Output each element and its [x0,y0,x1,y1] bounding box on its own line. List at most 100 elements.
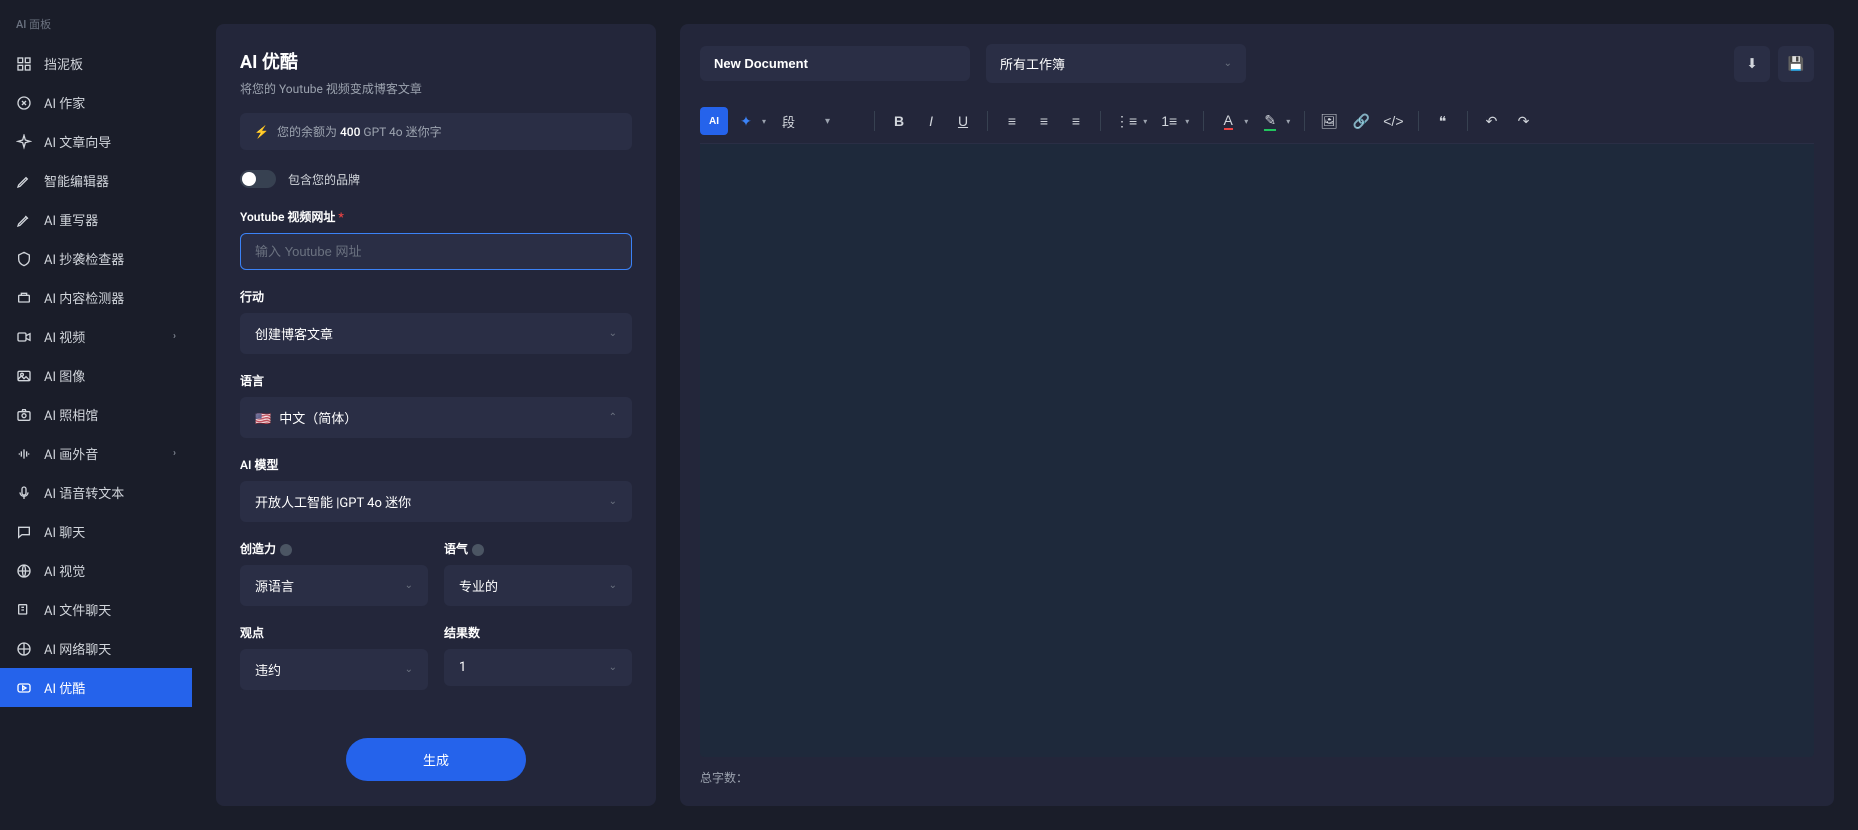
sidebar-label: AI 作家 [44,93,85,112]
youtube-url-input[interactable] [240,233,632,270]
align-left-button[interactable]: ≡ [998,107,1026,135]
sidebar-item-chat[interactable]: AI 聊天 [0,512,192,551]
mic-icon [16,485,32,501]
bold-button[interactable]: B [885,107,913,135]
chevron-down-icon[interactable]: ▾ [1244,117,1248,126]
model-select[interactable]: 开放人工智能 |GPT 4o 迷你 ⌄ [240,481,632,522]
underline-icon: U [958,113,968,129]
sidebar-label: AI 照相馆 [44,405,98,424]
info-icon [472,544,484,556]
align-center-button[interactable]: ≡ [1030,107,1058,135]
chevron-down-icon[interactable]: ▾ [1286,117,1290,126]
save-button[interactable]: 💾 [1778,46,1814,82]
sparkle-icon [16,134,32,150]
chevron-down-icon: ⌄ [1224,58,1232,69]
sidebar: AI 面板 挡泥板 AI 作家 AI 文章向导 智能编辑器 AI 重写器 AI … [0,0,192,830]
sidebar-item-dashboard[interactable]: 挡泥板 [0,44,192,83]
flag-icon: 🇺🇸 [255,412,271,427]
list-ul-icon: ⋮≡ [1115,113,1137,130]
chevron-down-icon: ⌃ [609,412,617,423]
align-right-icon: ≡ [1072,113,1080,129]
sidebar-section-header: AI 面板 [0,12,192,44]
number-list-button[interactable]: 1≡ [1155,107,1183,135]
sidebar-label: AI 网络聊天 [44,639,111,658]
results-select[interactable]: 1 ⌄ [444,649,632,686]
sidebar-item-image[interactable]: AI 图像 [0,356,192,395]
link-button[interactable]: 🔗 [1347,107,1375,135]
sidebar-item-vision[interactable]: AI 视觉 [0,551,192,590]
chevron-down-icon: ⌄ [405,580,413,591]
sidebar-label: AI 视觉 [44,561,85,580]
sidebar-item-editor[interactable]: 智能编辑器 [0,161,192,200]
sidebar-label: AI 重写器 [44,210,98,229]
document-title-input[interactable] [700,46,970,81]
sidebar-item-detector[interactable]: AI 内容检测器 [0,278,192,317]
image-button[interactable]: 🖼 [1315,107,1343,135]
highlight-button[interactable]: ✎ [1256,107,1284,135]
sidebar-item-rewriter[interactable]: AI 重写器 [0,200,192,239]
tone-label: 语气 [444,540,632,557]
code-button[interactable]: </> [1379,107,1407,135]
chevron-down-icon[interactable]: ▾ [1143,117,1147,126]
creativity-select[interactable]: 源语言 ⌄ [240,565,428,606]
italic-icon: I [929,113,933,129]
sidebar-label: AI 优酷 [44,678,85,697]
chevron-down-icon: ⌄ [609,580,617,591]
language-label: 语言 [240,372,632,389]
bullet-list-button[interactable]: ⋮≡ [1111,107,1141,135]
video-icon [16,329,32,345]
generate-button[interactable]: 生成 [346,738,526,781]
sidebar-item-voiceover[interactable]: AI 画外音 › [0,434,192,473]
model-label: AI 模型 [240,456,632,473]
text-color-button[interactable]: A [1214,107,1242,135]
chevron-down-icon: ▾ [825,116,830,127]
form-panel: AI 优酷 将您的 Youtube 视频变成博客文章 ⚡ 您的余额为 400 G… [216,24,656,806]
underline-button[interactable]: U [949,107,977,135]
chevron-down-icon[interactable]: ▾ [762,117,766,126]
wand-icon: ✦ [740,113,752,130]
language-select[interactable]: 🇺🇸中文（简体） ⌃ [240,397,632,438]
download-button[interactable]: ⬇ [1734,46,1770,82]
dashboard-icon [16,56,32,72]
brand-toggle[interactable] [240,170,276,188]
page-subtitle: 将您的 Youtube 视频变成博客文章 [240,80,632,97]
sidebar-item-writer[interactable]: AI 作家 [0,83,192,122]
sidebar-item-filechat[interactable]: AI 文件聊天 [0,590,192,629]
redo-button[interactable]: ↷ [1510,107,1538,135]
sidebar-item-webchat[interactable]: AI 网络聊天 [0,629,192,668]
info-icon [280,544,292,556]
ai-icon [16,95,32,111]
image-icon [16,368,32,384]
sidebar-item-youtube[interactable]: AI 优酷 [0,668,192,707]
quote-button[interactable]: ❝ [1429,107,1457,135]
undo-button[interactable]: ↶ [1478,107,1506,135]
action-label: 行动 [240,288,632,305]
page-title: AI 优酷 [240,48,632,74]
bold-icon: B [894,113,904,129]
file-chat-icon [16,602,32,618]
italic-button[interactable]: I [917,107,945,135]
sidebar-item-wizard[interactable]: AI 文章向导 [0,122,192,161]
tone-select[interactable]: 专业的 ⌄ [444,565,632,606]
shield-icon [16,251,32,267]
workbook-select[interactable]: 所有工作簿 ⌄ [986,44,1246,83]
redo-icon: ↷ [1518,113,1530,130]
image-icon: 🖼 [1320,113,1338,130]
detect-icon [16,290,32,306]
view-select[interactable]: 违约 ⌄ [240,649,428,690]
chevron-down-icon: ⌄ [405,664,413,675]
sidebar-item-plagiarism[interactable]: AI 抄袭检查器 [0,239,192,278]
url-label: Youtube 视频网址 * [240,208,632,225]
chevron-down-icon[interactable]: ▾ [1185,117,1189,126]
paragraph-select[interactable]: 段 ▾ [774,108,864,135]
sidebar-item-photo[interactable]: AI 照相馆 [0,395,192,434]
ai-button[interactable]: AI [700,107,728,135]
magic-button[interactable]: ✦ [732,107,760,135]
sidebar-label: AI 画外音 [44,444,98,463]
sidebar-label: AI 文件聊天 [44,600,111,619]
sidebar-item-video[interactable]: AI 视频 › [0,317,192,356]
action-select[interactable]: 创建博客文章 ⌄ [240,313,632,354]
editor-content[interactable] [700,144,1814,757]
sidebar-item-stt[interactable]: AI 语音转文本 [0,473,192,512]
align-right-button[interactable]: ≡ [1062,107,1090,135]
